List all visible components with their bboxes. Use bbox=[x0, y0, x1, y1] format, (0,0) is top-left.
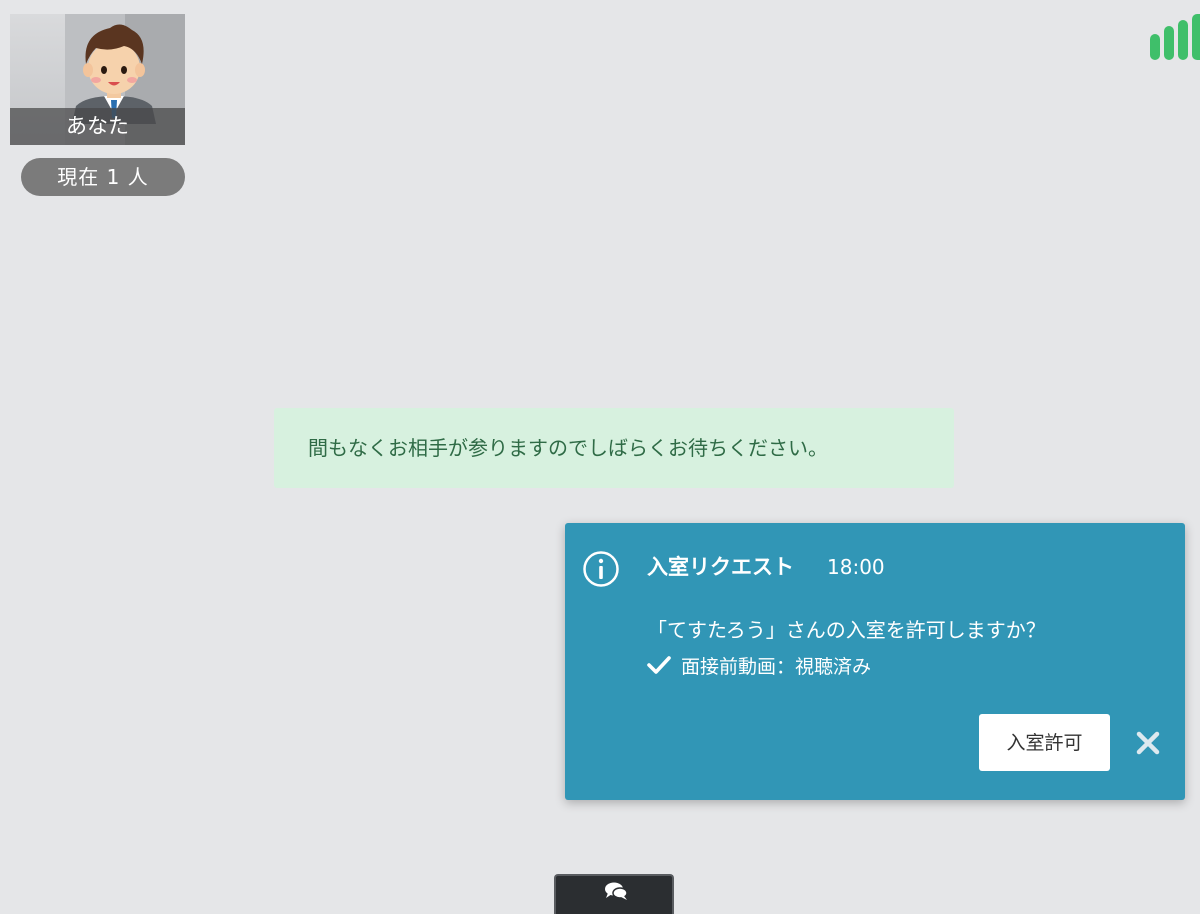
self-video-tile[interactable]: あなた bbox=[10, 14, 185, 145]
notification-question: 「てすたろう」さんの入室を許可しますか？ bbox=[647, 618, 1046, 642]
close-icon[interactable] bbox=[1135, 730, 1161, 756]
signal-bar bbox=[1178, 20, 1188, 60]
video-status-text: 面接前動画：視聴済み bbox=[681, 656, 872, 678]
signal-bar bbox=[1192, 14, 1200, 60]
info-icon bbox=[583, 551, 619, 587]
signal-strength-icon bbox=[1148, 14, 1200, 60]
chat-toggle-button[interactable] bbox=[554, 874, 674, 914]
signal-bar bbox=[1150, 34, 1160, 60]
self-name-label: あなた bbox=[10, 108, 185, 145]
waiting-message: 間もなくお相手が参りますのでしばらくお待ちください。 bbox=[274, 408, 954, 488]
chat-bubbles-icon bbox=[605, 882, 628, 900]
check-icon bbox=[647, 656, 671, 674]
notification-title: 入室リクエスト bbox=[647, 555, 794, 579]
entry-request-notification: 入室リクエスト 18:00 「てすたろう」さんの入室を許可しますか？ 面接前動画… bbox=[565, 523, 1185, 800]
participant-count-badge: 現在 1 人 bbox=[21, 158, 185, 196]
signal-bar bbox=[1164, 26, 1174, 60]
allow-entry-button[interactable]: 入室許可 bbox=[979, 714, 1110, 771]
video-status-row: 面接前動画：視聴済み bbox=[647, 653, 871, 681]
notification-time: 18:00 bbox=[827, 555, 885, 579]
